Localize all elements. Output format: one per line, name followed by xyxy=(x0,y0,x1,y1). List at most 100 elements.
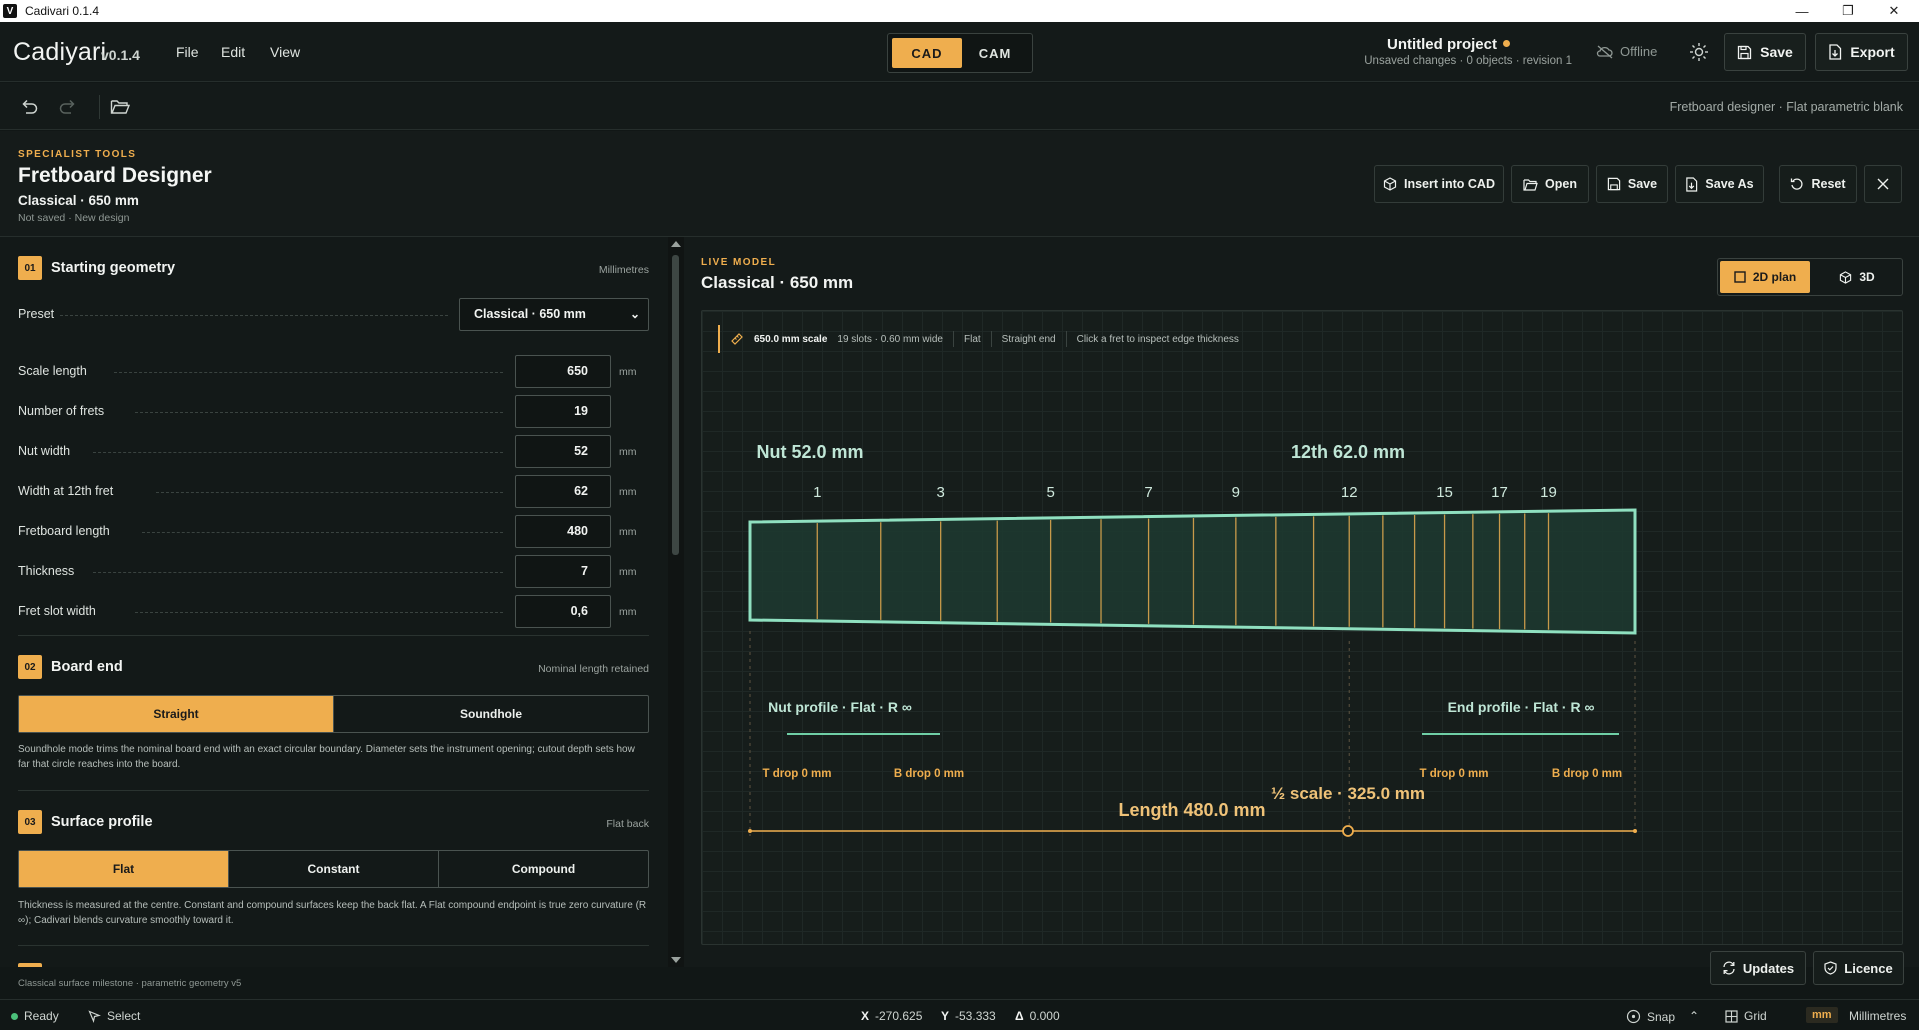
nut-profile-label: Nut profile · Flat · R ∞ xyxy=(768,699,912,715)
section-1-note: Millimetres xyxy=(598,264,649,276)
undo-icon[interactable] xyxy=(18,96,40,118)
dimension-end-dot xyxy=(748,829,752,833)
unit-selector[interactable]: mm xyxy=(1806,1007,1838,1023)
param-input[interactable]: 480 xyxy=(515,515,611,548)
fretboard-drawing[interactable]: 1 3 5 7 9 12 15 17 19 Nut 52.0 mm 12th 62.0 mm N… xyxy=(702,311,1903,945)
updates-button[interactable]: Updates xyxy=(1710,951,1806,985)
param-input[interactable]: 0,6 xyxy=(515,595,611,628)
menu-file[interactable]: File xyxy=(176,44,199,60)
status-dot xyxy=(11,1012,18,1020)
section-1-title: Starting geometry xyxy=(51,260,176,276)
param-unit: mm xyxy=(619,446,637,458)
snap-icon xyxy=(1626,1009,1641,1024)
param-input[interactable]: 7 xyxy=(515,555,611,588)
param-unit: mm xyxy=(619,526,637,538)
half-scale-marker[interactable] xyxy=(1342,825,1354,837)
open-button[interactable]: Open xyxy=(1511,165,1589,203)
grid-toggle[interactable]: Grid xyxy=(1725,1009,1767,1023)
coord-x-key: X xyxy=(861,1009,870,1023)
section-3-note: Flat back xyxy=(606,818,649,830)
param-unit: mm xyxy=(619,366,637,378)
view-3d-button[interactable]: 3D xyxy=(1812,259,1902,295)
section-2-title: Board end xyxy=(51,659,123,675)
row-leader xyxy=(135,412,503,413)
section-1-number: 01 xyxy=(18,256,42,280)
export-icon xyxy=(1829,44,1842,60)
shield-check-icon xyxy=(1824,961,1837,975)
param-input[interactable]: 52 xyxy=(515,435,611,468)
param-label: Thickness xyxy=(18,564,75,578)
insert-into-cad-label: Insert into CAD xyxy=(1404,177,1495,191)
tool-save-button[interactable]: Save xyxy=(1596,165,1668,203)
dimension-end-dot xyxy=(1633,829,1637,833)
select-tool-label: Select xyxy=(107,1009,141,1023)
redo-icon[interactable] xyxy=(57,96,79,118)
view-2d-plan-button[interactable]: 2D plan xyxy=(1720,261,1810,293)
cloud-off-icon xyxy=(1596,45,1613,58)
end-profile-label: End profile · Flat · R ∞ xyxy=(1448,699,1595,715)
save-as-button[interactable]: Save As xyxy=(1675,165,1764,203)
insert-into-cad-button[interactable]: Insert into CAD xyxy=(1374,165,1504,203)
mode-cad-button[interactable]: CAD xyxy=(892,38,962,68)
coord-delta-value: 0.000 xyxy=(1029,1009,1060,1023)
section-2-note: Nominal length retained xyxy=(538,663,649,675)
scroll-up-icon[interactable] xyxy=(671,241,681,247)
offline-indicator: Offline xyxy=(1596,44,1657,59)
menu-view[interactable]: View xyxy=(270,44,300,60)
close-tool-button[interactable] xyxy=(1864,165,1902,203)
param-label: Fretboard length xyxy=(18,524,110,538)
snap-menu-chevron-up-icon[interactable]: ⌃ xyxy=(1689,1009,1699,1023)
licence-button[interactable]: Licence xyxy=(1813,951,1904,985)
row-leader xyxy=(142,532,503,533)
snap-toggle[interactable]: Snap xyxy=(1626,1009,1675,1024)
toolbar-divider xyxy=(99,95,100,119)
model-canvas[interactable]: 650.0 mm scale 19 slots · 0.60 mm wide F… xyxy=(701,310,1903,945)
minimize-icon[interactable]: — xyxy=(1779,0,1825,22)
refresh-icon xyxy=(1723,961,1735,975)
board-end-straight-option[interactable]: Straight xyxy=(19,696,334,732)
save-icon xyxy=(1737,45,1752,59)
reset-button[interactable]: Reset xyxy=(1779,165,1857,203)
fretboard-outline[interactable] xyxy=(748,508,1637,635)
cube-icon xyxy=(1383,177,1397,191)
board-end-soundhole-option[interactable]: Soundhole xyxy=(334,696,648,732)
save-as-icon xyxy=(1686,176,1698,192)
param-input[interactable]: 19 xyxy=(515,395,611,428)
coord-y-key: Y xyxy=(941,1009,950,1023)
window-title: Cadivari 0.1.4 xyxy=(25,4,100,18)
close-window-icon[interactable]: ✕ xyxy=(1871,0,1917,22)
status-ready: Ready xyxy=(11,1009,59,1023)
coord-y-value: -53.333 xyxy=(955,1009,996,1023)
save-as-label: Save As xyxy=(1705,177,1754,191)
param-label: Number of frets xyxy=(18,404,105,418)
panel-scrollbar[interactable] xyxy=(668,237,684,967)
fret-number-label: 12 xyxy=(1341,484,1358,501)
preset-value: Classical · 650 mm xyxy=(474,307,586,321)
select-tool[interactable]: Select xyxy=(88,1009,140,1023)
surface-constant-option[interactable]: Constant xyxy=(229,851,439,887)
header-save-button[interactable]: Save xyxy=(1724,33,1806,71)
menu-edit[interactable]: Edit xyxy=(221,44,245,60)
fret-number-label: 19 xyxy=(1540,484,1557,501)
export-button[interactable]: Export xyxy=(1815,33,1908,71)
header-save-label: Save xyxy=(1760,44,1793,60)
mode-switch: CAD CAM xyxy=(887,33,1033,73)
restore-icon[interactable]: ❐ xyxy=(1825,0,1871,22)
param-input[interactable]: 650 xyxy=(515,355,611,388)
surface-compound-option[interactable]: Compound xyxy=(439,851,648,887)
board-end-help: Soundhole mode trims the nominal board e… xyxy=(18,744,635,770)
preset-select[interactable]: Classical · 650 mm ⌄ xyxy=(459,298,649,331)
section-divider xyxy=(18,945,649,946)
scroll-down-icon[interactable] xyxy=(671,957,681,963)
board-end-toggle: Straight Soundhole xyxy=(18,695,649,733)
param-input[interactable]: 62 xyxy=(515,475,611,508)
unit-badge: mm xyxy=(1806,1007,1838,1023)
scroll-thumb[interactable] xyxy=(672,255,679,555)
folder-open-icon[interactable] xyxy=(109,96,131,118)
b-drop-right-label: B drop 0 mm xyxy=(1552,768,1622,780)
surface-flat-option[interactable]: Flat xyxy=(19,851,229,887)
param-label: Scale length xyxy=(18,364,87,378)
theme-toggle-icon[interactable] xyxy=(1689,42,1709,62)
length-dimension-label: Length 480.0 mm xyxy=(1118,800,1265,820)
mode-cam-button[interactable]: CAM xyxy=(960,38,1030,68)
